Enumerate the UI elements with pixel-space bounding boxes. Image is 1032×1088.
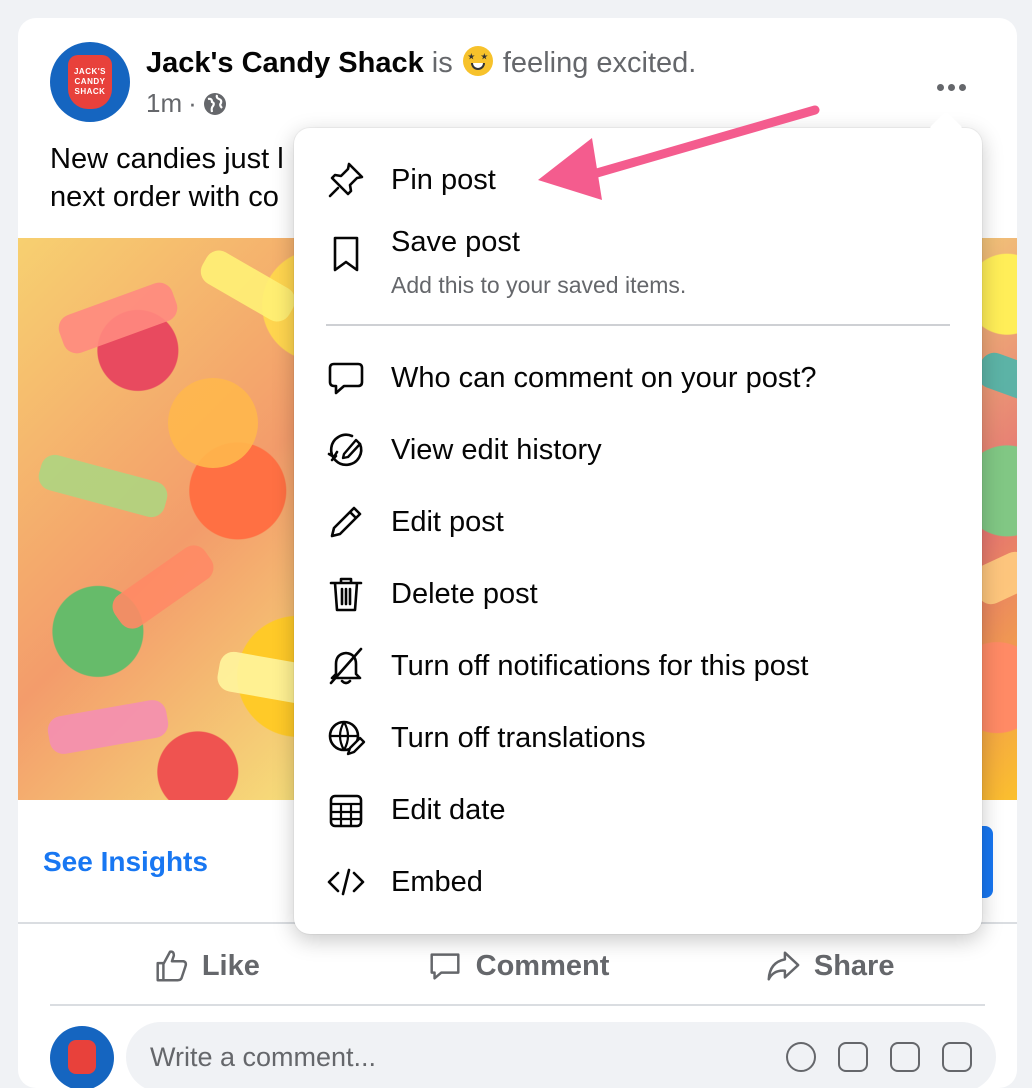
menu-item-label: Turn off notifications for this post	[391, 650, 809, 682]
emoji-icon[interactable]	[786, 1042, 816, 1072]
menu-item-edit-date[interactable]: Edit date	[294, 780, 982, 840]
pencil-icon	[324, 500, 368, 544]
like-button[interactable]: Like	[50, 947, 362, 985]
author-name[interactable]: Jack's Candy Shack	[146, 47, 424, 79]
sticker-icon[interactable]	[942, 1042, 972, 1072]
post-options-menu: Pin post Save post Add this to your save…	[294, 111, 982, 934]
menu-item-sublabel: Add this to your saved items.	[391, 272, 687, 298]
menu-item-label: Who can comment on your post?	[391, 362, 817, 394]
menu-item-label: Save post	[391, 226, 520, 258]
dot	[947, 83, 955, 91]
comment-input[interactable]: Write a comment...	[126, 1022, 996, 1088]
see-insights-link[interactable]: See Insights	[43, 846, 208, 878]
menu-item-view-edit-history[interactable]: View edit history	[294, 420, 982, 480]
like-label: Like	[201, 949, 260, 982]
share-button[interactable]: Share	[673, 947, 985, 985]
star-struck-emoji-icon	[462, 46, 493, 76]
globe-icon	[203, 92, 226, 115]
pin-icon	[324, 158, 368, 202]
menu-item-delete-post[interactable]: Delete post	[294, 564, 982, 624]
comment-icon	[430, 953, 460, 980]
menu-item-label: View edit history	[391, 434, 602, 466]
share-label: Share	[813, 949, 895, 982]
bookmark-icon	[324, 232, 368, 276]
menu-item-label: Delete post	[391, 578, 538, 610]
menu-item-label: Turn off translations	[391, 722, 646, 754]
menu-item-save-post[interactable]: Save post Add this to your saved items.	[294, 220, 982, 310]
trash-icon	[324, 572, 368, 616]
menu-item-turn-off-notifications[interactable]: Turn off notifications for this post	[294, 636, 982, 696]
thumbs-up-icon	[156, 950, 187, 982]
post-meta: 1m ·	[146, 88, 227, 119]
share-arrow-icon	[767, 951, 800, 981]
avatar-logo-text: CANDY	[74, 77, 106, 86]
menu-item-label: Pin post	[391, 164, 496, 196]
comment-button[interactable]: Comment	[362, 947, 674, 985]
menu-item-pin-post[interactable]: Pin post	[294, 150, 982, 210]
gif-icon[interactable]	[890, 1042, 920, 1072]
menu-item-comment-permissions[interactable]: Who can comment on your post?	[294, 348, 982, 408]
post-action-bar: Like Comment Share	[50, 930, 985, 1002]
globe-translate-icon	[324, 716, 368, 760]
page-avatar[interactable]: JACK'S CANDY SHACK	[50, 42, 130, 122]
meta-separator: ·	[188, 88, 197, 118]
feeling-verb: is	[431, 47, 453, 79]
code-icon	[324, 860, 368, 904]
post-header: Jack's Candy Shack is feeling excited.	[146, 46, 696, 80]
comment-placeholder: Write a comment...	[150, 1042, 377, 1072]
menu-item-label: Edit date	[391, 794, 506, 826]
edit-history-icon	[324, 428, 368, 472]
camera-icon[interactable]	[838, 1042, 868, 1072]
menu-divider	[326, 324, 950, 326]
more-options-button[interactable]	[932, 74, 970, 100]
avatar-logo: JACK'S CANDY SHACK	[68, 55, 112, 109]
avatar-logo-text: JACK'S	[73, 67, 107, 76]
menu-item-turn-off-translations[interactable]: Turn off translations	[294, 708, 982, 768]
comment-tools	[786, 1042, 972, 1072]
feeling-text: feeling excited.	[502, 47, 697, 79]
commenter-avatar[interactable]	[50, 1026, 114, 1088]
post-time[interactable]: 1m	[146, 88, 182, 119]
menu-item-edit-post[interactable]: Edit post	[294, 492, 982, 552]
menu-item-label: Embed	[391, 866, 483, 898]
divider	[50, 1004, 985, 1006]
avatar-logo-text: SHACK	[74, 87, 106, 96]
menu-item-label: Edit post	[391, 506, 504, 538]
comment-label: Comment	[475, 949, 610, 982]
dot	[958, 83, 966, 91]
calendar-icon	[324, 788, 368, 832]
menu-item-embed[interactable]: Embed	[294, 852, 982, 912]
comment-bubble-icon	[324, 356, 368, 400]
bell-off-icon	[324, 644, 368, 688]
dot	[936, 83, 944, 91]
